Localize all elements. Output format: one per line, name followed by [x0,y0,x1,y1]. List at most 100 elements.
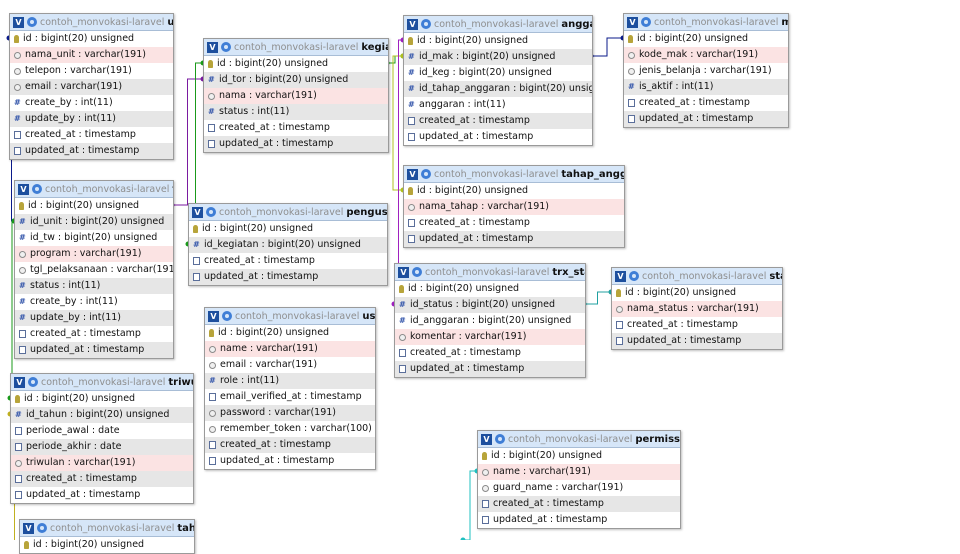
table-header[interactable]: Vcontoh_monvokasi-laraveltahun [20,520,194,537]
table-name[interactable]: trx_status [552,267,585,278]
column-row[interactable]: updated_at : timestamp [612,333,782,349]
column-row[interactable]: # status : int(11) [15,278,173,294]
table-name[interactable]: kegiatan [361,42,388,53]
column-row[interactable]: name : varchar(191) [205,341,375,357]
gear-icon[interactable] [641,17,651,27]
column-row[interactable]: updated_at : timestamp [10,143,173,159]
gear-icon[interactable] [421,169,431,179]
designer-canvas[interactable]: Vcontoh_monvokasi-laravelunitid : bigint… [0,0,960,554]
table-header[interactable]: Vcontoh_monvokasi-laraveltrx_status [395,264,585,281]
table-header[interactable]: Vcontoh_monvokasi-laravelunit [10,14,173,31]
table-kegiatan[interactable]: Vcontoh_monvokasi-laravelkegiatanid : bi… [203,38,389,153]
gear-icon[interactable] [629,271,639,281]
column-row[interactable]: komentar : varchar(191) [395,329,585,345]
column-row[interactable]: # id_mak : bigint(20) unsigned [404,49,592,65]
gear-icon[interactable] [221,42,231,52]
table-pengusulan[interactable]: Vcontoh_monvokasi-laravelpengusulanid : … [188,203,388,286]
table-name[interactable]: tahun [177,523,194,534]
column-row[interactable]: created_at : timestamp [404,215,624,231]
column-row[interactable]: created_at : timestamp [395,345,585,361]
table-header[interactable]: Vcontoh_monvokasi-laravelanggaran [404,16,592,33]
table-header[interactable]: Vcontoh_monvokasi-laravelkegiatan [204,39,388,56]
collapse-toggle-icon[interactable]: V [14,376,25,388]
table-name[interactable]: tor [172,184,173,195]
column-row[interactable]: kode_mak : varchar(191) [624,47,788,63]
table-triwulan[interactable]: Vcontoh_monvokasi-laraveltriwulanid : bi… [10,373,194,504]
table-header[interactable]: Vcontoh_monvokasi-laraveltriwulan [11,374,193,391]
column-row[interactable]: updated_at : timestamp [624,111,788,127]
column-row[interactable]: updated_at : timestamp [395,361,585,377]
table-name[interactable]: anggaran [561,19,592,30]
column-row[interactable]: # id_kegiatan : bigint(20) unsigned [189,237,387,253]
column-row[interactable]: updated_at : timestamp [404,231,624,247]
column-row[interactable]: id : bigint(20) unsigned [20,537,194,553]
column-row[interactable]: # update_by : int(11) [15,310,173,326]
gear-icon[interactable] [32,184,42,194]
column-row[interactable]: periode_awal : date [11,423,193,439]
table-users[interactable]: Vcontoh_monvokasi-laravelusersid : bigin… [204,307,376,470]
column-row[interactable]: created_at : timestamp [612,317,782,333]
table-name[interactable]: permissions [635,434,680,445]
collapse-toggle-icon[interactable]: V [18,183,29,195]
column-row[interactable]: # role : int(11) [205,373,375,389]
column-row[interactable]: nama_unit : varchar(191) [10,47,173,63]
gear-icon[interactable] [222,311,232,321]
column-row[interactable]: created_at : timestamp [478,496,680,512]
gear-icon[interactable] [206,207,216,217]
collapse-toggle-icon[interactable]: V [398,266,409,278]
column-row[interactable]: program : varchar(191) [15,246,173,262]
collapse-toggle-icon[interactable]: V [13,16,24,28]
column-row[interactable]: tgl_pelaksanaan : varchar(191) [15,262,173,278]
column-row[interactable]: # status : int(11) [204,104,388,120]
table-name[interactable]: mak [781,17,788,28]
table-trx_status[interactable]: Vcontoh_monvokasi-laraveltrx_statusid : … [394,263,586,378]
column-row[interactable]: updated_at : timestamp [11,487,193,503]
column-row[interactable]: # id_status : bigint(20) unsigned [395,297,585,313]
table-permissions[interactable]: Vcontoh_monvokasi-laravelpermissionsid :… [477,430,681,529]
column-row[interactable]: id : bigint(20) unsigned [10,31,173,47]
column-row[interactable]: email : varchar(191) [205,357,375,373]
table-tahap_anggaran[interactable]: Vcontoh_monvokasi-laraveltahap_anggarani… [403,165,625,248]
table-tor[interactable]: Vcontoh_monvokasi-laraveltorid : bigint(… [14,180,174,359]
collapse-toggle-icon[interactable]: V [481,433,492,445]
column-row[interactable]: jenis_belanja : varchar(191) [624,63,788,79]
column-row[interactable]: id : bigint(20) unsigned [11,391,193,407]
column-row[interactable]: remember_token : varchar(100) [205,421,375,437]
column-row[interactable]: updated_at : timestamp [204,136,388,152]
column-row[interactable]: created_at : timestamp [404,113,592,129]
table-name[interactable]: pengusulan [346,207,387,218]
column-row[interactable]: id : bigint(20) unsigned [189,221,387,237]
column-row[interactable]: updated_at : timestamp [205,453,375,469]
column-row[interactable]: password : varchar(191) [205,405,375,421]
column-row[interactable]: name : varchar(191) [478,464,680,480]
column-row[interactable]: id : bigint(20) unsigned [205,325,375,341]
gear-icon[interactable] [495,434,505,444]
table-name[interactable]: unit [167,17,173,28]
column-row[interactable]: email : varchar(191) [10,79,173,95]
table-header[interactable]: Vcontoh_monvokasi-laraveltor [15,181,173,198]
column-row[interactable]: created_at : timestamp [11,471,193,487]
column-row[interactable]: periode_akhir : date [11,439,193,455]
column-row[interactable]: updated_at : timestamp [15,342,173,358]
column-row[interactable]: id : bigint(20) unsigned [624,31,788,47]
column-row[interactable]: id : bigint(20) unsigned [204,56,388,72]
column-row[interactable]: updated_at : timestamp [404,129,592,145]
table-name[interactable]: triwulan [168,377,193,388]
table-header[interactable]: Vcontoh_monvokasi-laravelstatus [612,268,782,285]
column-row[interactable]: # create_by : int(11) [15,294,173,310]
column-row[interactable]: # id_tahap_anggaran : bigint(20) unsigned [404,81,592,97]
column-row[interactable]: created_at : timestamp [15,326,173,342]
column-row[interactable]: # id_tw : bigint(20) unsigned [15,230,173,246]
column-row[interactable]: # id_tahun : bigint(20) unsigned [11,407,193,423]
collapse-toggle-icon[interactable]: V [208,310,219,322]
column-row[interactable]: created_at : timestamp [10,127,173,143]
column-row[interactable]: id : bigint(20) unsigned [478,448,680,464]
column-row[interactable]: guard_name : varchar(191) [478,480,680,496]
column-row[interactable]: created_at : timestamp [205,437,375,453]
column-row[interactable]: created_at : timestamp [189,253,387,269]
column-row[interactable]: id : bigint(20) unsigned [395,281,585,297]
collapse-toggle-icon[interactable]: V [407,18,418,30]
collapse-toggle-icon[interactable]: V [192,206,203,218]
column-row[interactable]: telepon : varchar(191) [10,63,173,79]
column-row[interactable]: email_verified_at : timestamp [205,389,375,405]
